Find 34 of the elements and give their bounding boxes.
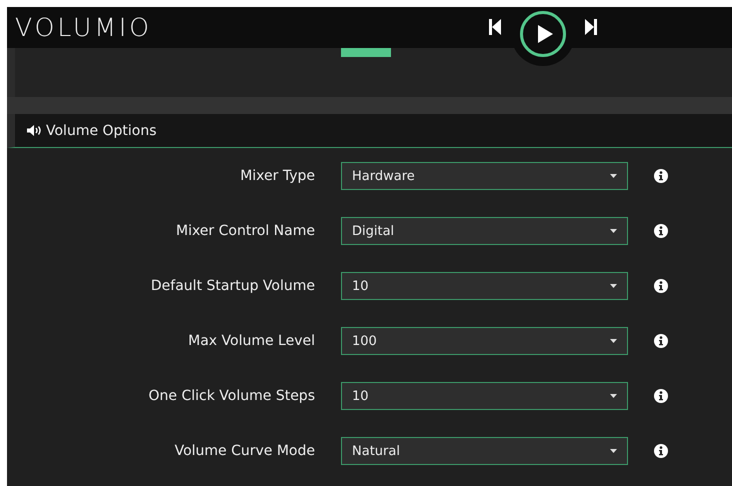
- play-button[interactable]: [520, 11, 566, 57]
- previous-button[interactable]: [489, 19, 501, 35]
- setting-label: Max Volume Level: [187, 333, 315, 349]
- dropdown[interactable]: 10: [341, 272, 628, 300]
- setting-label: Mixer Type: [239, 168, 315, 184]
- skip-back-icon: [489, 19, 501, 35]
- play-icon: [537, 25, 553, 43]
- setting-label: Mixer Control Name: [174, 223, 315, 239]
- section-title: Volume Options: [46, 122, 157, 138]
- caret-icon: [610, 394, 617, 398]
- skip-forward-icon: [585, 19, 597, 35]
- dropdown[interactable]: Digital: [341, 217, 628, 245]
- info-icon[interactable]: [654, 444, 668, 458]
- speaker-icon: [27, 125, 43, 136]
- info-icon[interactable]: [654, 389, 668, 403]
- caret-icon: [610, 229, 617, 233]
- next-button[interactable]: [585, 19, 597, 35]
- logo: VOLUMIO: [15, 13, 152, 42]
- dropdown[interactable]: Hardware: [341, 162, 628, 190]
- info-icon[interactable]: [654, 279, 668, 293]
- setting-label: Volume Curve Mode: [174, 443, 315, 459]
- caret-icon: [610, 174, 617, 178]
- info-icon[interactable]: [654, 169, 668, 183]
- tab-indicator: [341, 48, 391, 57]
- caret-icon: [610, 339, 617, 343]
- dropdown[interactable]: 10: [341, 382, 628, 410]
- caret-icon: [610, 284, 617, 288]
- caret-icon: [610, 449, 617, 453]
- dropdown[interactable]: Natural: [341, 437, 628, 465]
- info-icon[interactable]: [654, 334, 668, 348]
- setting-label: One Click Volume Steps: [148, 388, 315, 404]
- dropdown[interactable]: 100: [341, 327, 628, 355]
- setting-label: Default Startup Volume: [150, 278, 315, 294]
- info-icon[interactable]: [654, 224, 668, 238]
